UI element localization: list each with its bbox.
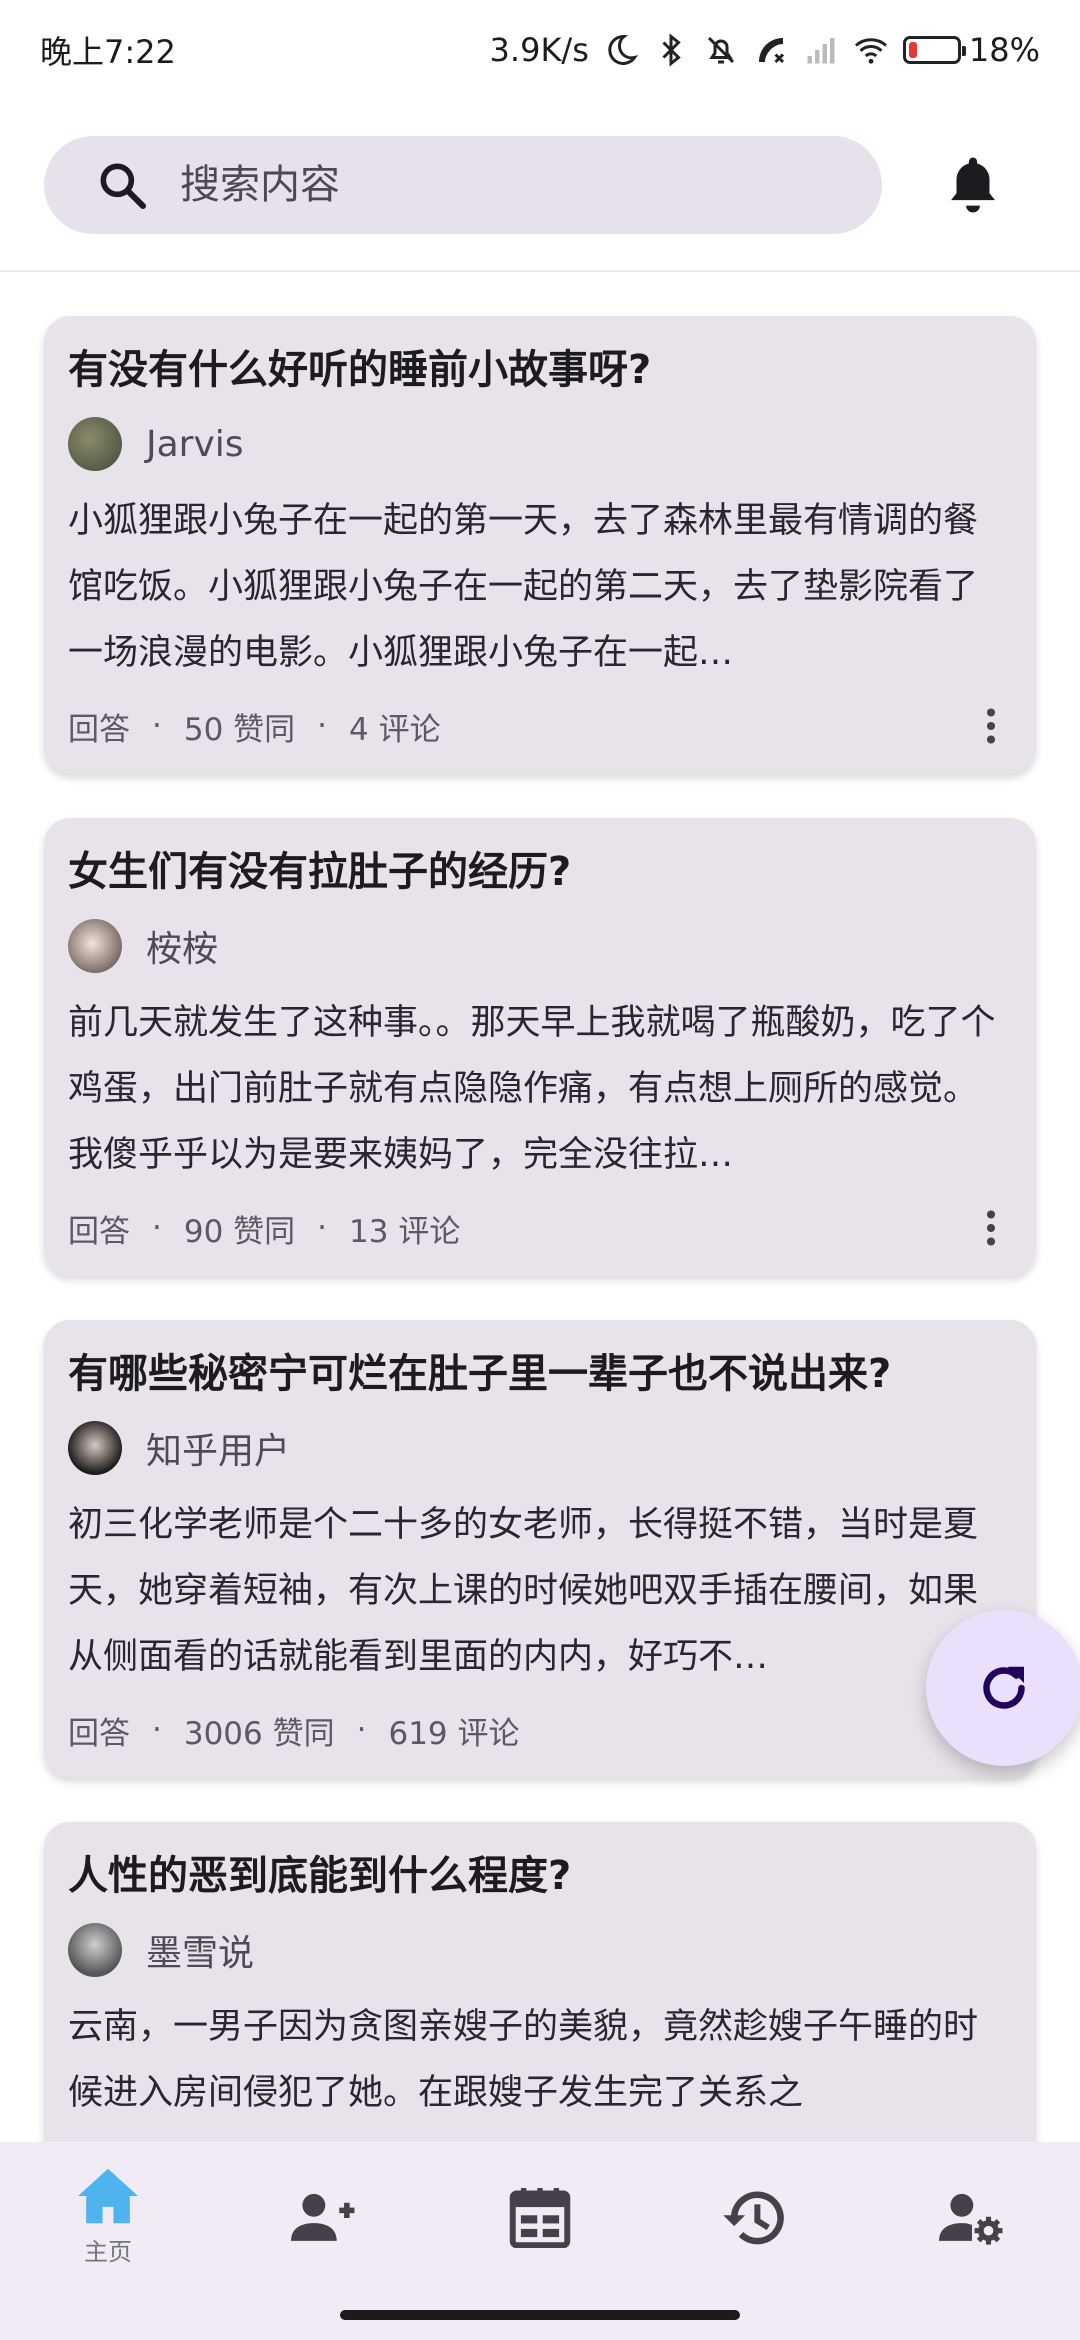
like-count: 50 赞同 <box>183 711 296 748</box>
nav-account-settings[interactable] <box>892 2142 1052 2248</box>
user-settings-icon <box>939 2193 1003 2245</box>
avatar[interactable] <box>68 417 122 471</box>
comment-count: 619 评论 <box>388 1715 520 1752</box>
call-icon <box>758 38 784 64</box>
notification-bell-icon[interactable] <box>940 150 1006 220</box>
refresh-button[interactable] <box>926 1610 1080 1766</box>
avatar[interactable] <box>68 1923 122 1977</box>
battery-icon <box>902 36 966 64</box>
search-input[interactable] <box>178 161 782 209</box>
comment-count: 13 评论 <box>349 1213 461 1250</box>
wifi-icon <box>854 38 887 64</box>
answer-excerpt[interactable]: 前几天就发生了这种事。。那天早上我就喝了瓶酸奶，吃了个鸡蛋，出门前肚子就有点隐隐… <box>68 990 1012 1188</box>
battery-indicator: 18% <box>902 31 1040 69</box>
search-bar[interactable] <box>44 136 882 234</box>
network-speed: 3.9K/s <box>489 31 589 69</box>
author-row[interactable]: 知乎用户 <box>68 1420 1012 1476</box>
like-count: 3006 赞同 <box>183 1715 335 1752</box>
like-count: 90 赞同 <box>183 1213 296 1250</box>
calendar-icon <box>509 2188 571 2248</box>
answer-meta: 回答 · 3006 赞同 · 619 评论 <box>68 1700 1012 1760</box>
answer-type: 回答 <box>68 1213 130 1250</box>
nav-history[interactable] <box>676 2142 836 2248</box>
add-user-icon <box>291 2193 355 2241</box>
bluetooth-icon <box>662 33 681 67</box>
home-icon <box>78 2168 138 2224</box>
author-name[interactable]: 知乎用户 <box>146 1422 290 1474</box>
more-options-icon[interactable] <box>986 1210 996 1246</box>
question-title[interactable]: 女生们有没有拉肚子的经历? <box>68 848 1012 896</box>
search-icon <box>100 163 147 210</box>
comment-count: 4 评论 <box>349 711 441 748</box>
answer-feed[interactable]: 有没有什么好听的睡前小故事呀? Jarvis 小狐狸跟小兔子在一起的第一天，去了… <box>0 272 1080 2142</box>
feed-card[interactable]: 人性的恶到底能到什么程度? 墨雪说 云南，一男子因为贪图亲嫂子的美貌，竟然趁嫂子… <box>44 1822 1036 2142</box>
answer-excerpt[interactable]: 初三化学老师是个二十多的女老师，长得挺不错，当时是夏天，她穿着短袖，有次上课的时… <box>68 1492 1012 1690</box>
gesture-bar[interactable] <box>340 2310 740 2320</box>
feed-card[interactable]: 有没有什么好听的睡前小故事呀? Jarvis 小狐狸跟小兔子在一起的第一天，去了… <box>44 316 1036 774</box>
status-icons: 3.9K/s 18% <box>490 31 1040 69</box>
bell-off-icon <box>707 36 734 64</box>
nav-home[interactable]: 主页 <box>28 2142 188 2267</box>
answer-excerpt[interactable]: 云南，一男子因为贪图亲嫂子的美貌，竟然趁嫂子午睡的时候进入房间侵犯了她。在跟嫂子… <box>68 1994 1012 2142</box>
status-time: 晚上7:22 <box>40 33 176 71</box>
nav-follow[interactable] <box>244 2142 404 2248</box>
author-row[interactable]: Jarvis <box>68 416 1012 472</box>
top-app-bar <box>0 100 1080 272</box>
nav-home-label: 主页 <box>84 2238 132 2266</box>
answer-type: 回答 <box>68 711 130 748</box>
author-name[interactable]: 墨雪说 <box>146 1924 254 1976</box>
avatar[interactable] <box>68 919 122 973</box>
nav-calendar[interactable] <box>460 2142 620 2248</box>
author-row[interactable]: 桉桉 <box>68 918 1012 974</box>
more-options-icon[interactable] <box>986 708 996 744</box>
question-title[interactable]: 有哪些秘密宁可烂在肚子里一辈子也不说出来? <box>68 1350 1012 1398</box>
history-icon <box>723 2191 784 2245</box>
answer-meta: 回答 · 90 赞同 · 13 评论 <box>68 1198 1012 1258</box>
feed-card[interactable]: 女生们有没有拉肚子的经历? 桉桉 前几天就发生了这种事。。那天早上我就喝了瓶酸奶… <box>44 818 1036 1276</box>
question-title[interactable]: 人性的恶到底能到什么程度? <box>68 1852 1012 1900</box>
author-name[interactable]: 桉桉 <box>146 920 218 972</box>
signal-icon <box>807 38 835 64</box>
moon-icon <box>608 34 638 65</box>
answer-meta: 回答 · 50 赞同 · 4 评论 <box>68 696 1012 756</box>
refresh-icon <box>983 1666 1025 1709</box>
question-title[interactable]: 有没有什么好听的睡前小故事呀? <box>68 346 1012 394</box>
author-name[interactable]: Jarvis <box>146 424 244 465</box>
feed-card[interactable]: 有哪些秘密宁可烂在肚子里一辈子也不说出来? 知乎用户 初三化学老师是个二十多的女… <box>44 1320 1036 1778</box>
answer-type: 回答 <box>68 1715 130 1752</box>
status-bar: 晚上7:22 3.9K/s 18% <box>0 0 1080 100</box>
avatar[interactable] <box>68 1421 122 1475</box>
battery-percent: 18% <box>968 31 1040 69</box>
author-row[interactable]: 墨雪说 <box>68 1922 1012 1978</box>
answer-excerpt[interactable]: 小狐狸跟小兔子在一起的第一天，去了森林里最有情调的餐馆吃饭。小狐狸跟小兔子在一起… <box>68 488 1012 686</box>
